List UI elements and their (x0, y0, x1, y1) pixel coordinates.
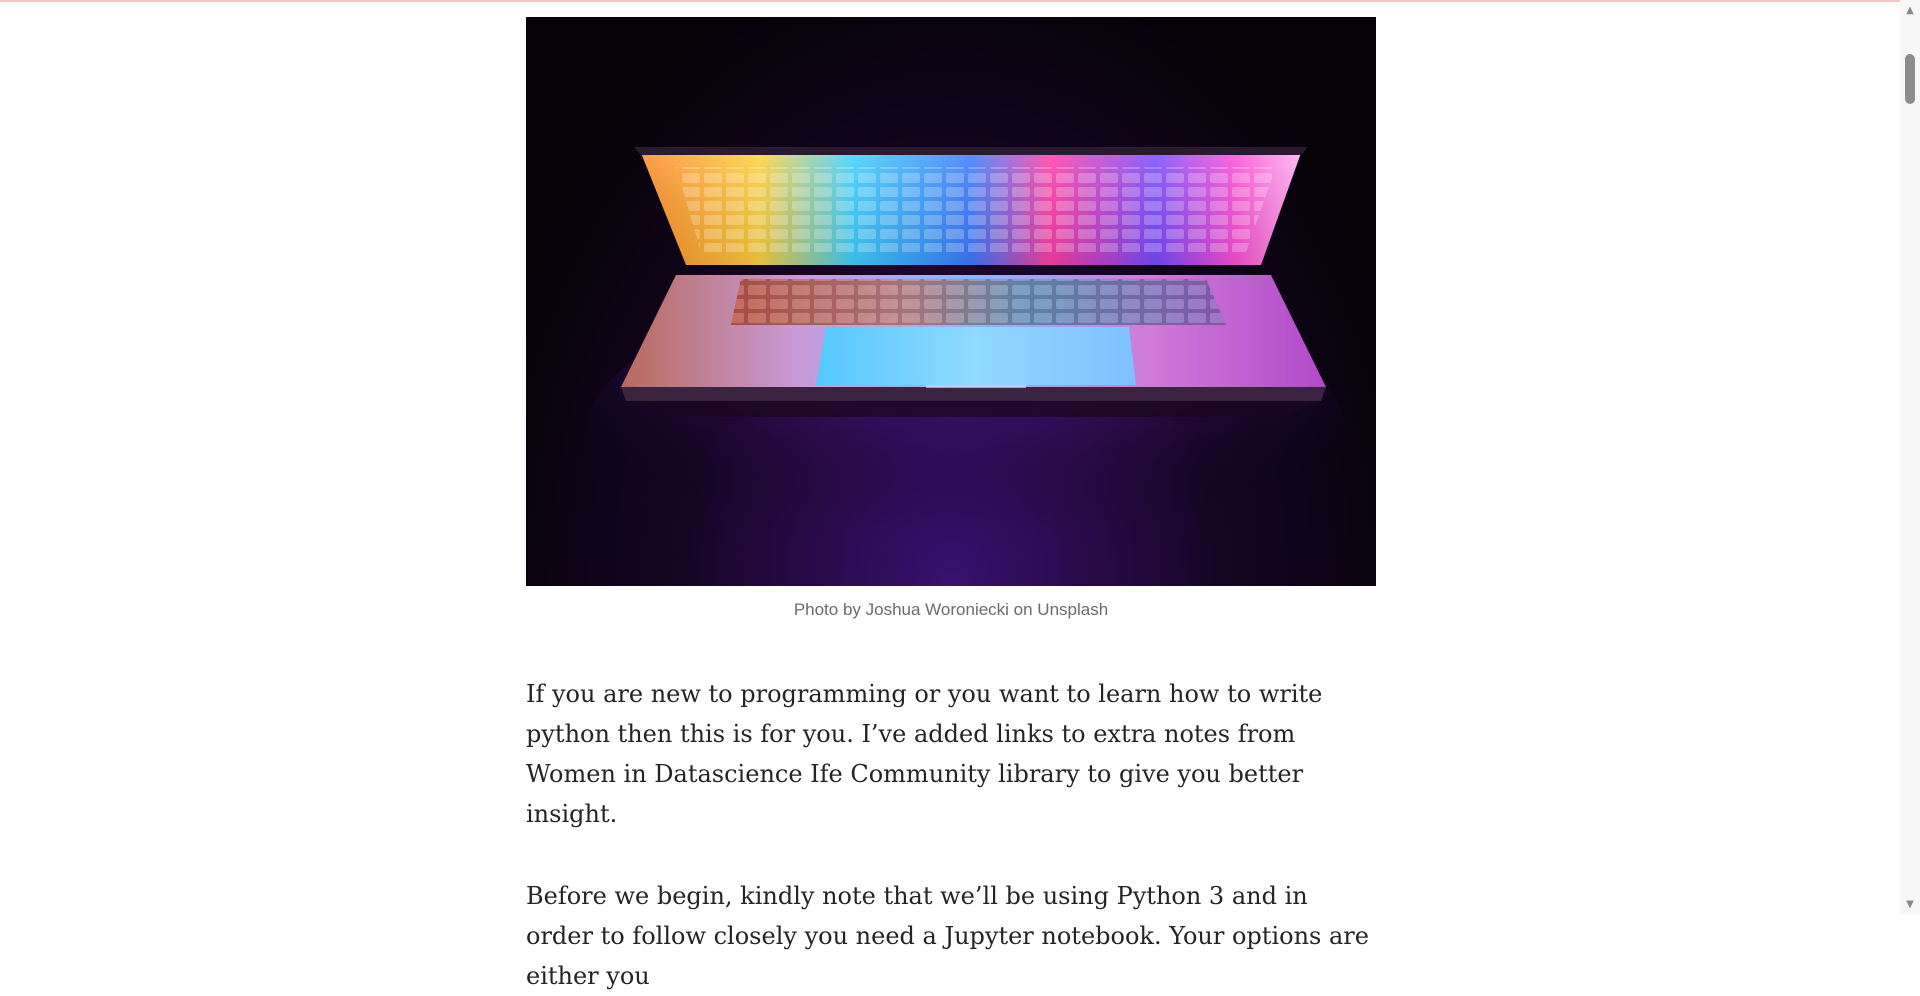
scroll-up-arrow-icon[interactable]: ▲ (1900, 2, 1920, 18)
hero-image (526, 17, 1376, 586)
scrollbar-thumb[interactable] (1905, 54, 1915, 104)
hero-caption: Photo by Joshua Woroniecki on Unsplash (793, 600, 1109, 619)
page-top-border (0, 0, 1900, 2)
article-paragraph: If you are new to programming or you wan… (526, 680, 1323, 828)
hero-figure: Photo by Joshua Woroniecki on Unsplash (526, 17, 1376, 620)
article-paragraph: Before we begin, kindly note that we’ll … (526, 882, 1369, 990)
article-body: Photo by Joshua Woroniecki on Unsplash I… (526, 17, 1376, 996)
vertical-scrollbar[interactable]: ▲ ▼ (1900, 0, 1920, 914)
scroll-down-arrow-icon[interactable]: ▼ (1900, 896, 1920, 912)
